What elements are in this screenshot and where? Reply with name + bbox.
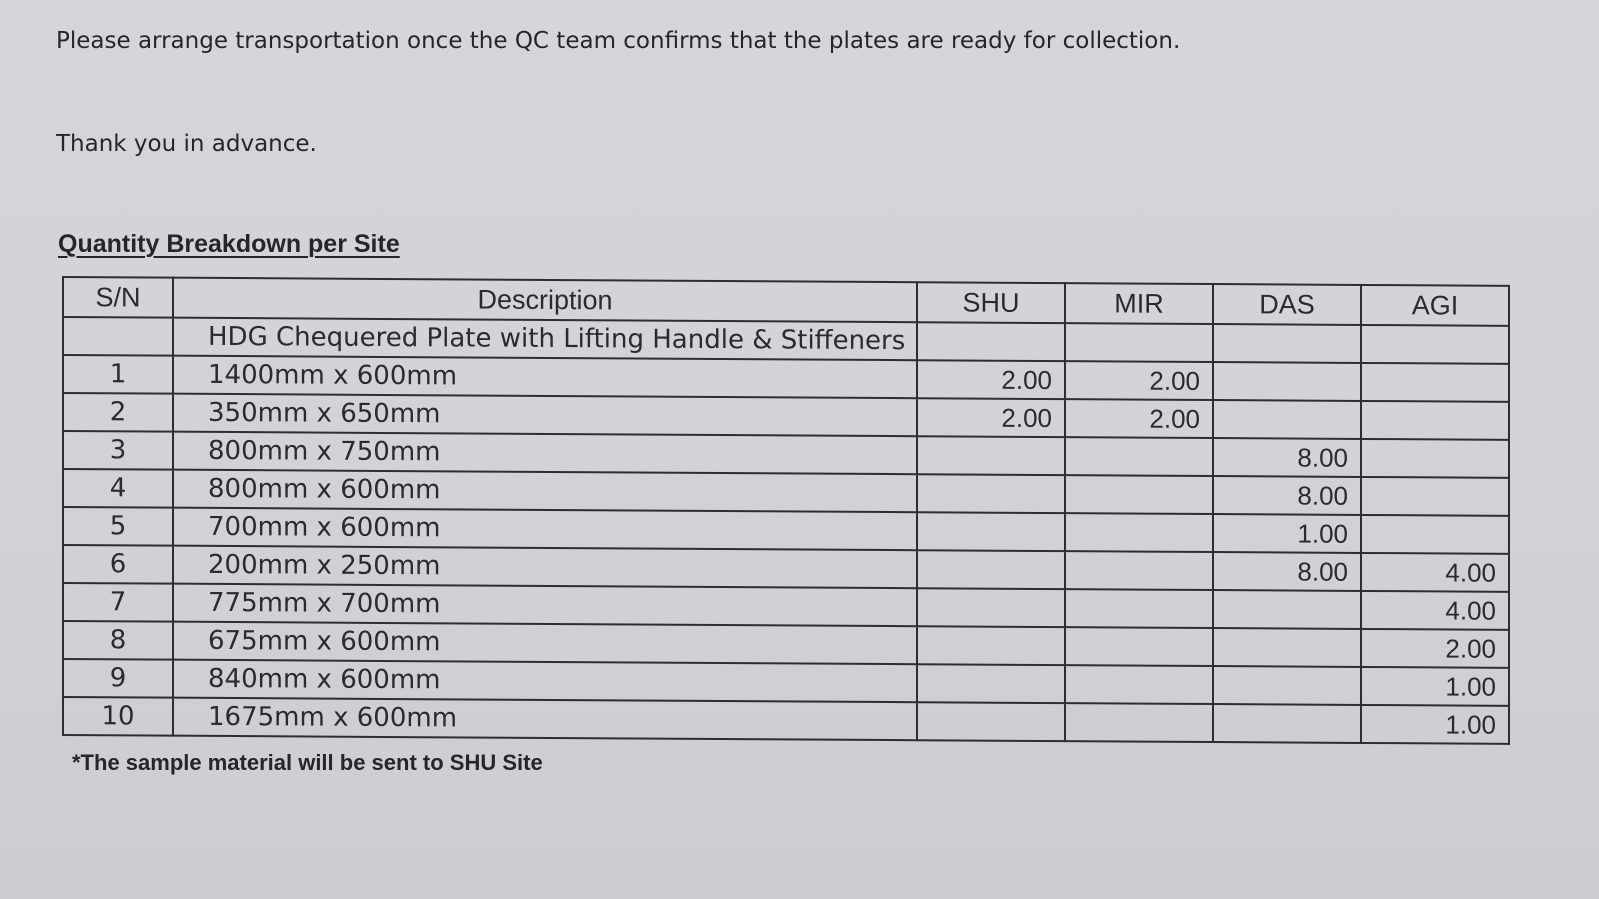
cell-das: 8.00 — [1213, 552, 1361, 591]
cell-shu — [917, 626, 1065, 666]
cell-description: 775mm x 700mm — [173, 583, 917, 627]
cell-sn: 2 — [63, 393, 173, 432]
cell-das — [1213, 362, 1361, 401]
cell-shu — [917, 436, 1065, 476]
cell-das: 1.00 — [1213, 514, 1361, 553]
cell-agi: 1.00 — [1361, 704, 1509, 744]
cell-agi — [1361, 362, 1509, 402]
cell-das — [1213, 704, 1361, 743]
cell-description: 1675mm x 600mm — [173, 697, 917, 741]
cell-shu — [917, 474, 1065, 514]
cell-agi: 4.00 — [1361, 590, 1509, 630]
cell-sn: 1 — [63, 355, 173, 394]
group-description: HDG Chequered Plate with Lifting Handle … — [173, 317, 917, 361]
cell-description: 200mm x 250mm — [173, 545, 917, 589]
cell-shu — [917, 664, 1065, 704]
cell-description: 840mm x 600mm — [173, 659, 917, 703]
cell-shu — [917, 550, 1065, 590]
cell-mir: 2.00 — [1065, 399, 1213, 439]
header-description: Description — [173, 277, 917, 323]
cell-agi — [1361, 476, 1509, 516]
cell-description: 675mm x 600mm — [173, 621, 917, 665]
cell-agi: 1.00 — [1361, 666, 1509, 706]
cell-das — [1213, 628, 1361, 667]
footnote: *The sample material will be sent to SHU… — [72, 750, 543, 775]
cell-mir: 2.00 — [1065, 361, 1213, 401]
cell-shu: 2.00 — [917, 360, 1065, 400]
group-agi — [1361, 324, 1509, 364]
cell-das — [1213, 400, 1361, 439]
header-sn: S/N — [63, 277, 173, 318]
cell-agi: 4.00 — [1361, 552, 1509, 592]
cell-shu — [917, 512, 1065, 552]
cell-description: 800mm x 750mm — [173, 431, 917, 475]
cell-agi — [1361, 514, 1509, 554]
quantity-table: S/N Description SHU MIR DAS AGI HDG Cheq… — [62, 276, 1510, 745]
cell-sn: 8 — [63, 621, 173, 660]
cell-agi — [1361, 400, 1509, 440]
cell-mir — [1065, 475, 1213, 515]
table-row: 10 1675mm x 600mm 1.00 — [63, 697, 1509, 744]
cell-description: 800mm x 600mm — [173, 469, 917, 513]
cell-shu — [917, 588, 1065, 628]
header-agi: AGI — [1361, 284, 1509, 326]
cell-shu — [917, 702, 1065, 742]
cell-mir — [1065, 703, 1213, 743]
cell-sn: 4 — [63, 469, 173, 508]
cell-mir — [1065, 437, 1213, 477]
cell-das — [1213, 666, 1361, 705]
group-mir — [1065, 323, 1213, 363]
cell-sn: 9 — [63, 659, 173, 698]
cell-das: 8.00 — [1213, 476, 1361, 515]
cell-sn: 10 — [63, 697, 173, 736]
header-shu: SHU — [917, 282, 1065, 324]
cell-sn: 6 — [63, 545, 173, 584]
group-sn — [63, 317, 173, 356]
group-shu — [917, 322, 1065, 362]
table-heading: Quantity Breakdown per Site — [58, 230, 400, 258]
cell-das: 8.00 — [1213, 438, 1361, 477]
cell-mir — [1065, 513, 1213, 553]
cell-sn: 3 — [63, 431, 173, 470]
cell-mir — [1065, 551, 1213, 591]
group-das — [1213, 324, 1361, 363]
document-page: { "intro": "Please arrange transportatio… — [0, 0, 1599, 899]
cell-mir — [1065, 627, 1213, 667]
cell-shu: 2.00 — [917, 398, 1065, 438]
cell-description: 700mm x 600mm — [173, 507, 917, 551]
intro-text: Please arrange transportation once the Q… — [56, 28, 1181, 54]
header-das: DAS — [1213, 284, 1361, 325]
cell-mir — [1065, 589, 1213, 629]
cell-description: 1400mm x 600mm — [173, 355, 917, 399]
cell-mir — [1065, 665, 1213, 705]
cell-sn: 7 — [63, 583, 173, 622]
cell-das — [1213, 590, 1361, 629]
thanks-text: Thank you in advance. — [56, 131, 317, 157]
header-mir: MIR — [1065, 283, 1213, 325]
cell-agi — [1361, 438, 1509, 478]
cell-sn: 5 — [63, 507, 173, 546]
cell-description: 350mm x 650mm — [173, 393, 917, 437]
cell-agi: 2.00 — [1361, 628, 1509, 668]
